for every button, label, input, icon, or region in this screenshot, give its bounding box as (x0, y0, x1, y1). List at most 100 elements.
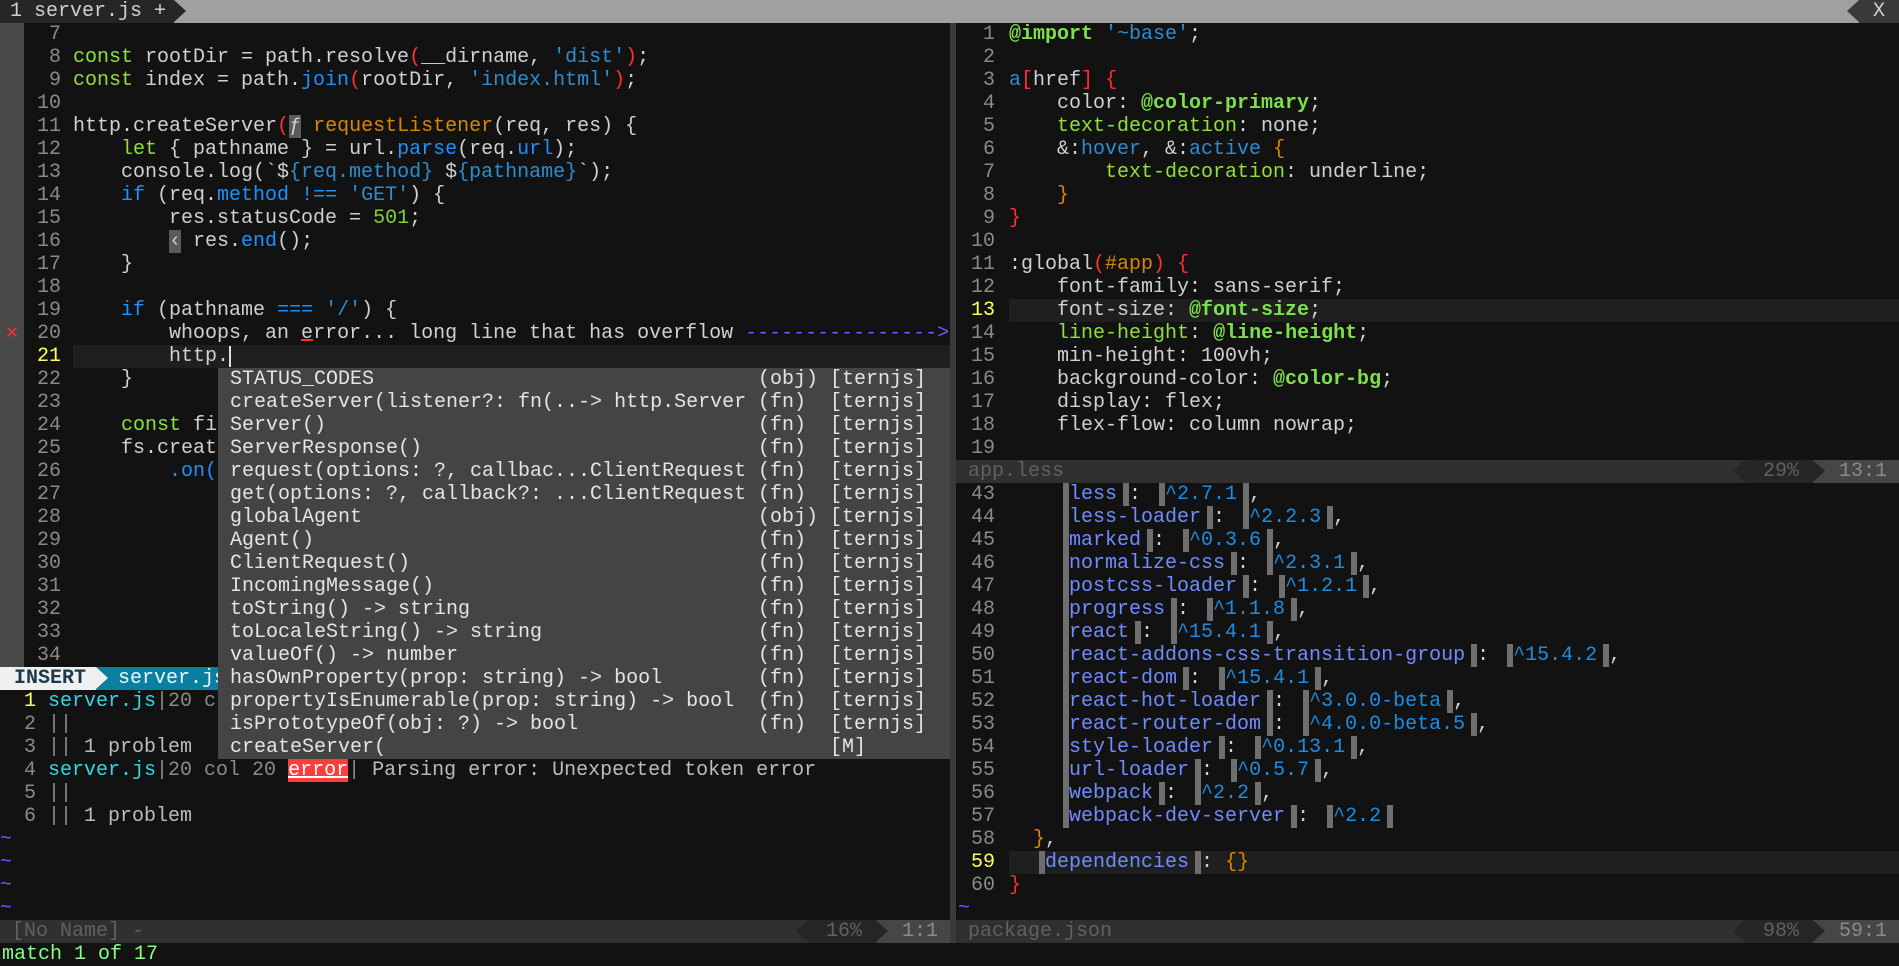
code-line[interactable]: 1 @import '~base'; (956, 23, 1899, 46)
code-line[interactable]: 8 const rootDir = path.resolve(__dirname,… (0, 46, 950, 69)
editor-pane-app-less[interactable]: 1 @import '~base'; 2 3 a[href] {4 color: @co… (956, 23, 1899, 460)
line-content[interactable]: const index = path.join(rootDir, 'index.… (73, 69, 950, 92)
line-content[interactable]: min-height: 100vh; (1009, 345, 1899, 368)
completion-item[interactable]: IncomingMessage() (fn) [ternjs] (218, 575, 950, 598)
completion-item[interactable]: STATUS_CODES (obj) [ternjs] (218, 368, 950, 391)
quickfix-item[interactable]: 5 || (0, 782, 950, 805)
code-line[interactable]: 10 (956, 230, 1899, 253)
completion-item[interactable]: hasOwnProperty(prop: string) -> bool (fn)… (218, 667, 950, 690)
line-content[interactable]: marked: ^0.3.6, (1009, 529, 1899, 552)
code-line[interactable]: 48 progress: ^1.1.8, (956, 598, 1899, 621)
code-line[interactable]: 49 react: ^15.4.1, (956, 621, 1899, 644)
line-content[interactable]: react-dom: ^15.4.1, (1009, 667, 1899, 690)
editor-pane-package-json[interactable]: 43 less: ^2.7.1, 44 less-loader: ^2.2.3, 4… (956, 483, 1899, 920)
code-line[interactable]: 16 background-color: @color-bg; (956, 368, 1899, 391)
line-content[interactable]: webpack-dev-server: ^2.2 (1009, 805, 1899, 828)
code-line[interactable]: 17 } (0, 253, 950, 276)
code-line[interactable]: 8 } (956, 184, 1899, 207)
code-line[interactable]: 51 react-dom: ^15.4.1, (956, 667, 1899, 690)
code-line[interactable]: 56 webpack: ^2.2, (956, 782, 1899, 805)
line-content[interactable] (73, 276, 950, 299)
line-content[interactable]: } (1009, 207, 1899, 230)
code-line[interactable]: 43 less: ^2.7.1, (956, 483, 1899, 506)
code-line[interactable]: 16 ‹ res.end(); (0, 230, 950, 253)
completion-item[interactable]: valueOf() -> number (fn) [ternjs] (218, 644, 950, 667)
line-content[interactable]: if (pathname === '/') { (73, 299, 950, 322)
line-content[interactable]: react-addons-css-transition-group: ^15.4… (1009, 644, 1899, 667)
line-content[interactable]: progress: ^1.1.8, (1009, 598, 1899, 621)
line-content[interactable]: less: ^2.7.1, (1009, 483, 1899, 506)
line-content[interactable]: &:hover, &:active { (1009, 138, 1899, 161)
code-line[interactable]: 7 text-decoration: underline; (956, 161, 1899, 184)
line-content[interactable]: } (1009, 184, 1899, 207)
line-content[interactable]: style-loader: ^0.13.1, (1009, 736, 1899, 759)
code-line[interactable]: 59 dependencies: {} (956, 851, 1899, 874)
line-content[interactable]: background-color: @color-bg; (1009, 368, 1899, 391)
line-content[interactable]: a[href] { (1009, 69, 1899, 92)
line-content[interactable]: console.log(`${req.method} ${pathname}`)… (73, 161, 950, 184)
line-content[interactable]: http.createServer(ƒ requestListener(req,… (73, 115, 950, 138)
completion-item[interactable]: isPrototypeOf(obj: ?) -> bool (fn) [ternjs… (218, 713, 950, 736)
code-line[interactable]: 10 (0, 92, 950, 115)
code-line[interactable]: 13 console.log(`${req.method} ${pathname… (0, 161, 950, 184)
code-line[interactable]: 14 if (req.method !== 'GET') { (0, 184, 950, 207)
line-content[interactable]: ‹ res.end(); (73, 230, 950, 253)
code-line[interactable]: 6 &:hover, &:active { (956, 138, 1899, 161)
line-content[interactable]: let { pathname } = url.parse(req.url); (73, 138, 950, 161)
line-content[interactable]: normalize-css: ^2.3.1, (1009, 552, 1899, 575)
line-content[interactable]: text-decoration: none; (1009, 115, 1899, 138)
line-content[interactable]: display: flex; (1009, 391, 1899, 414)
line-content[interactable]: @import '~base'; (1009, 23, 1899, 46)
code-line[interactable]: 21 http. (0, 345, 950, 368)
code-line[interactable]: 60} (956, 874, 1899, 897)
code-line[interactable]: 13 font-size: @font-size; (956, 299, 1899, 322)
code-line[interactable]: 11:global(#app) { (956, 253, 1899, 276)
code-line[interactable]: 46 normalize-css: ^2.3.1, (956, 552, 1899, 575)
line-content[interactable]: color: @color-primary; (1009, 92, 1899, 115)
code-line[interactable]: 9 const index = path.join(rootDir, 'index… (0, 69, 950, 92)
code-line[interactable]: 54 style-loader: ^0.13.1, (956, 736, 1899, 759)
line-content[interactable]: dependencies: {} (1009, 851, 1899, 874)
completion-item[interactable]: propertyIsEnumerable(prop: string) -> bo… (218, 690, 950, 713)
code-line[interactable]: 52 react-hot-loader: ^3.0.0-beta, (956, 690, 1899, 713)
code-line[interactable]: 58 }, (956, 828, 1899, 851)
line-content[interactable]: } (1009, 874, 1899, 897)
line-content[interactable]: line-height: @line-height; (1009, 322, 1899, 345)
line-content[interactable]: } (73, 253, 950, 276)
line-content[interactable]: react-hot-loader: ^3.0.0-beta, (1009, 690, 1899, 713)
completion-item[interactable]: toString() -> string (fn) [ternjs] (218, 598, 950, 621)
code-line[interactable]: 19 if (pathname === '/') { (0, 299, 950, 322)
line-content[interactable]: url-loader: ^0.5.7, (1009, 759, 1899, 782)
close-tab-button[interactable]: X (1847, 0, 1899, 23)
completion-item[interactable]: Agent() (fn) [ternjs] (218, 529, 950, 552)
code-line[interactable]: 12 let { pathname } = url.parse(req.url)… (0, 138, 950, 161)
line-content[interactable] (73, 23, 950, 46)
line-content[interactable]: whoops, an error... long line that has o… (73, 322, 950, 345)
line-content[interactable]: react: ^15.4.1, (1009, 621, 1899, 644)
line-content[interactable] (73, 92, 950, 115)
line-content[interactable]: flex-flow: column nowrap; (1009, 414, 1899, 437)
code-line[interactable]: 19 (956, 437, 1899, 460)
code-line[interactable]: 18 flex-flow: column nowrap; (956, 414, 1899, 437)
code-line[interactable]: 14 line-height: @line-height; (956, 322, 1899, 345)
completion-item[interactable]: get(options: ?, callback?: ...ClientRequ… (218, 483, 950, 506)
code-line[interactable]: 55 url-loader: ^0.5.7, (956, 759, 1899, 782)
line-content[interactable]: postcss-loader: ^1.2.1, (1009, 575, 1899, 598)
line-content[interactable] (1009, 46, 1899, 69)
code-line[interactable]: 2 (956, 46, 1899, 69)
line-content[interactable]: font-family: sans-serif; (1009, 276, 1899, 299)
code-line[interactable]: 15 res.statusCode = 501; (0, 207, 950, 230)
code-line[interactable]: 47 postcss-loader: ^1.2.1, (956, 575, 1899, 598)
completion-item[interactable]: Server() (fn) [ternjs] (218, 414, 950, 437)
code-line[interactable]: 12 font-family: sans-serif; (956, 276, 1899, 299)
code-line[interactable]: 53 react-router-dom: ^4.0.0-beta.5, (956, 713, 1899, 736)
code-line[interactable]: 7 (0, 23, 950, 46)
completion-item[interactable]: ServerResponse() (fn) [ternjs] (218, 437, 950, 460)
quickfix-item[interactable]: 4 server.js|20 col 20 error| Parsing erro… (0, 759, 950, 782)
line-content[interactable]: font-size: @font-size; (1009, 299, 1899, 322)
line-content[interactable]: http. (73, 345, 950, 368)
completion-item[interactable]: globalAgent (obj) [ternjs] (218, 506, 950, 529)
tab-server-js[interactable]: 1 server.js + (0, 0, 187, 23)
completion-item[interactable]: ClientRequest() (fn) [ternjs] (218, 552, 950, 575)
line-content[interactable]: if (req.method !== 'GET') { (73, 184, 950, 207)
